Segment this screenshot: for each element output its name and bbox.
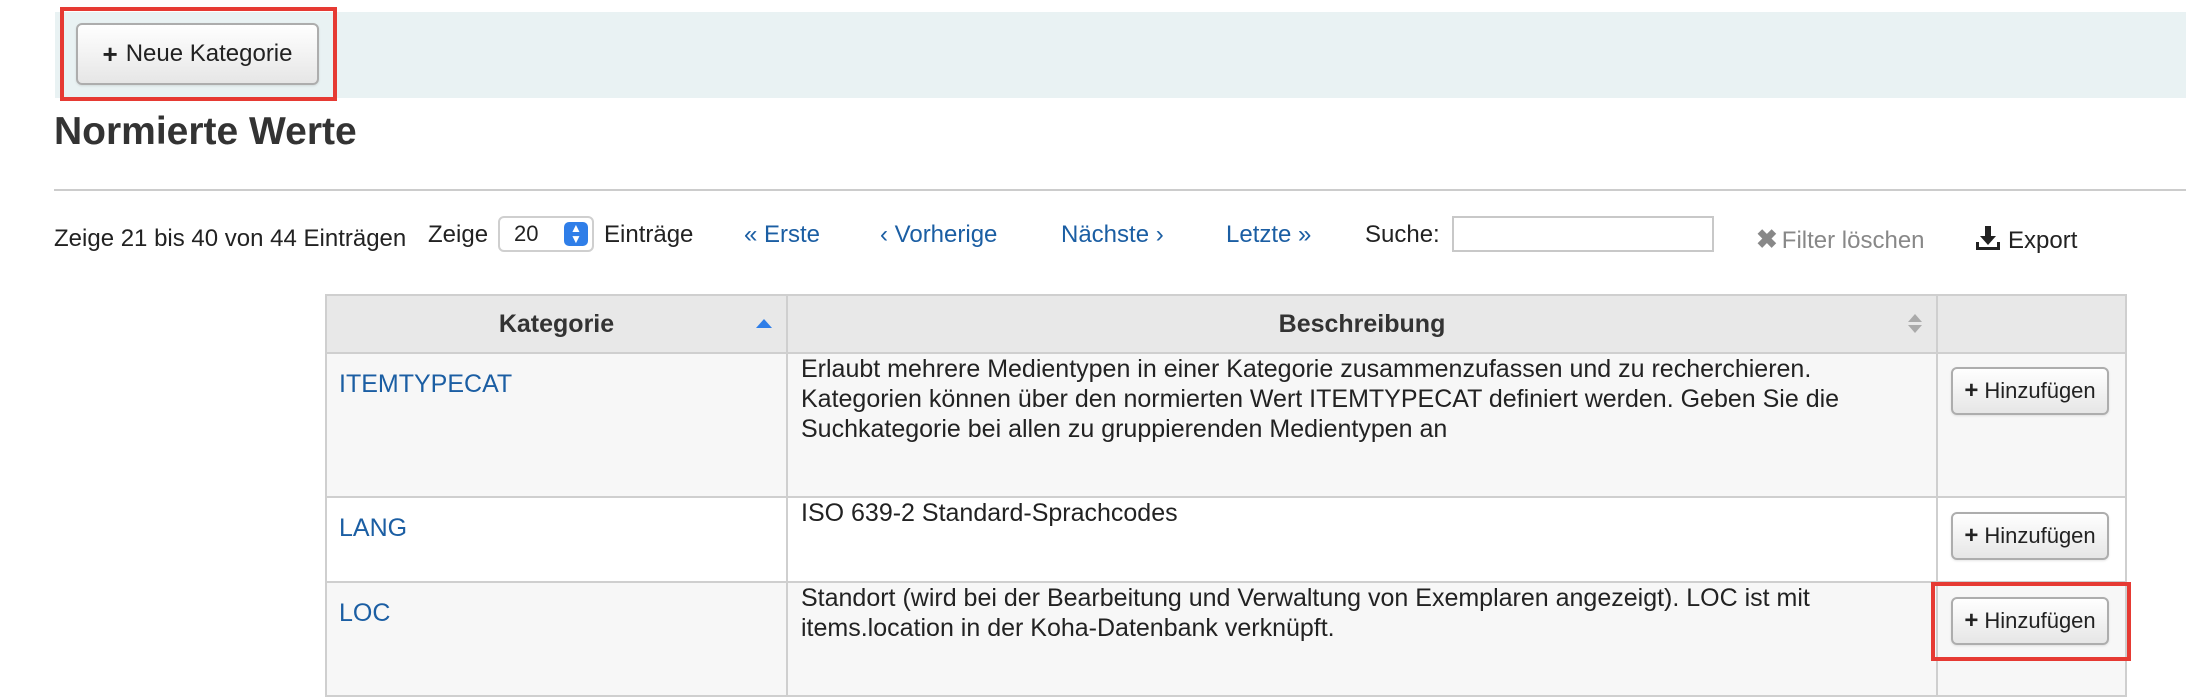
first-page-link[interactable]: « Erste bbox=[744, 220, 820, 250]
sort-asc-icon bbox=[756, 319, 772, 328]
column-header-category[interactable]: Kategorie bbox=[325, 294, 788, 354]
add-value-button[interactable]: + Hinzufügen bbox=[1951, 367, 2109, 415]
category-link[interactable]: LOC bbox=[339, 599, 390, 627]
category-cell: LANG bbox=[325, 496, 788, 583]
toolbar bbox=[55, 12, 2186, 98]
add-value-label: Hinzufügen bbox=[1984, 378, 2096, 403]
description-cell: Erlaubt mehrere Medientypen in einer Kat… bbox=[786, 352, 1938, 498]
table-row: LANG ISO 639-2 Standard-Sprachcodes + Hi… bbox=[325, 496, 2127, 583]
description-cell: Standort (wird bei der Bearbeitung und V… bbox=[786, 581, 1938, 697]
description-cell: ISO 639-2 Standard-Sprachcodes bbox=[786, 496, 1938, 583]
new-category-button[interactable]: + Neue Kategorie bbox=[76, 23, 319, 85]
categories-table: Kategorie Beschreibung ITEMTYPECAT Erlau… bbox=[325, 294, 2127, 697]
table-row: LOC Standort (wird bei der Bearbeitung u… bbox=[325, 581, 2127, 697]
category-link[interactable]: LANG bbox=[339, 514, 407, 542]
last-page-link[interactable]: Letzte » bbox=[1226, 220, 1311, 250]
clear-filter-button[interactable]: ✖ Filter löschen bbox=[1756, 224, 1925, 256]
page-title: Normierte Werte bbox=[54, 110, 357, 153]
new-category-label: Neue Kategorie bbox=[125, 40, 293, 67]
column-header-description[interactable]: Beschreibung bbox=[786, 294, 1938, 354]
page-size-label: Zeige bbox=[428, 221, 489, 248]
next-page-link[interactable]: Nächste › bbox=[1061, 220, 1164, 250]
divider bbox=[54, 189, 2186, 191]
category-cell: ITEMTYPECAT bbox=[325, 352, 788, 498]
category-cell: LOC bbox=[325, 581, 788, 697]
close-icon: ✖ bbox=[1756, 224, 1778, 254]
page-size-select[interactable]: 20 ▲ ▼ bbox=[498, 216, 594, 252]
plus-icon: + bbox=[102, 39, 118, 69]
clear-filter-label: Filter löschen bbox=[1781, 227, 1925, 254]
search-input[interactable] bbox=[1452, 216, 1714, 252]
download-icon bbox=[1976, 226, 2000, 250]
chevron-up-down-icon: ▲ ▼ bbox=[564, 222, 588, 246]
export-label: Export bbox=[2008, 227, 2078, 254]
add-value-label: Hinzufügen bbox=[1984, 523, 2096, 548]
category-link[interactable]: ITEMTYPECAT bbox=[339, 370, 512, 398]
action-cell: + Hinzufügen bbox=[1936, 352, 2127, 498]
page-size-value: 20 bbox=[514, 221, 539, 246]
export-button[interactable]: Export bbox=[1974, 224, 2077, 256]
sort-both-icon bbox=[1908, 314, 1922, 333]
table-row: ITEMTYPECAT Erlaubt mehrere Medientypen … bbox=[325, 352, 2127, 498]
entries-label: Einträge bbox=[604, 221, 694, 248]
search-label: Suche: bbox=[1365, 221, 1440, 248]
add-value-button[interactable]: + Hinzufügen bbox=[1951, 512, 2109, 560]
plus-icon: + bbox=[1964, 377, 1979, 404]
plus-icon: + bbox=[1964, 522, 1979, 549]
column-header-actions bbox=[1936, 294, 2127, 354]
previous-page-link[interactable]: ‹ Vorherige bbox=[880, 220, 997, 250]
table-info: Zeige 21 bis 40 von 44 Einträgen bbox=[54, 225, 407, 252]
highlight-add-button bbox=[1931, 582, 2131, 661]
action-cell: + Hinzufügen bbox=[1936, 496, 2127, 583]
